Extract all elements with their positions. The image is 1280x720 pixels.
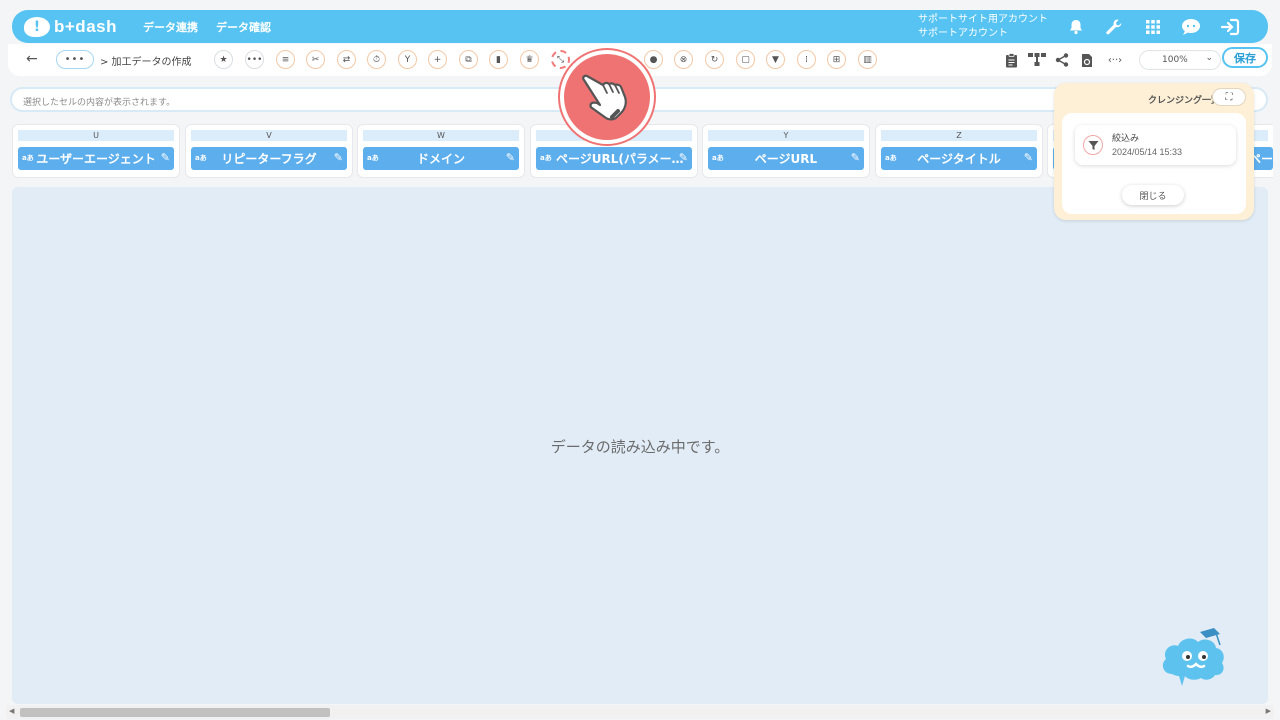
timer-icon[interactable]: ⏱ — [367, 50, 386, 69]
cancel-circle-icon[interactable]: ⊗ — [674, 50, 693, 69]
cleansing-list-panel: クレンジング一覧 ⛶ 絞込み 2024/05/14 15:33 閉じる — [1054, 83, 1254, 220]
pencil-icon[interactable]: ✎ — [161, 151, 170, 164]
text-type-icon: aあ — [367, 154, 379, 162]
replace-icon[interactable]: ↻ — [705, 50, 724, 69]
pencil-icon[interactable]: ✎ — [1024, 151, 1033, 164]
column-name[interactable]: aあ ページタイトル ✎ — [881, 147, 1037, 170]
table-icon[interactable]: ⊞ — [827, 50, 846, 69]
pencil-icon[interactable]: ✎ — [334, 151, 343, 164]
column-name[interactable]: aあ ページURL ✎ — [708, 147, 864, 170]
column-letter: V — [191, 130, 347, 141]
shrink-icon[interactable]: ⤡ — [551, 50, 570, 69]
ellipsis-icon[interactable]: ••• — [245, 50, 264, 69]
logo-mark-icon: ! — [24, 16, 50, 37]
column-name[interactable]: aあ リピーターフラグ ✎ — [191, 147, 347, 170]
column-header-u[interactable]: U aあ ユーザーエージェント ✎ — [12, 124, 180, 178]
back-arrow-icon[interactable]: ← — [26, 51, 38, 67]
star-icon[interactable]: ★ — [214, 50, 233, 69]
column-header-z[interactable]: Z aあ ページタイトル ✎ — [875, 124, 1043, 178]
column-header-v[interactable]: V aあ リピーターフラグ ✎ — [185, 124, 353, 178]
close-button[interactable]: 閉じる — [1122, 185, 1184, 205]
account-line-2: サポートアカウント — [918, 28, 1008, 39]
text-type-icon: aあ — [540, 154, 552, 162]
column-name[interactable]: aあ ドメイン ✎ — [363, 147, 519, 170]
pencil-icon[interactable]: ✎ — [506, 151, 515, 164]
scroll-left-icon[interactable]: ◀ — [9, 707, 14, 715]
column-header-y[interactable]: Y aあ ページURL ✎ — [702, 124, 870, 178]
pointing-hand-icon — [560, 50, 654, 144]
more-menu-button[interactable]: ••• — [56, 50, 94, 69]
nav-data-integration[interactable]: データ連携 — [143, 19, 198, 35]
trash-icon[interactable]: ▮ — [489, 50, 508, 69]
share-icon[interactable] — [1053, 51, 1071, 69]
breadcrumb: > 加工データの作成 — [100, 57, 192, 68]
zoom-select[interactable]: 100% ⌄ — [1139, 50, 1221, 70]
column-name[interactable]: aあ ユーザーエージェント ✎ — [18, 147, 174, 170]
text-type-icon: aあ — [712, 154, 724, 162]
pencil-icon[interactable]: ✎ — [851, 151, 860, 164]
crown-icon[interactable]: ♛ — [520, 50, 539, 69]
swap-icon[interactable]: ⇄ — [337, 50, 356, 69]
hierarchy-icon[interactable] — [1028, 51, 1046, 69]
split-icon[interactable]: ⁞ — [797, 50, 816, 69]
clipboard-icon[interactable] — [1002, 51, 1020, 69]
cleansing-list: 絞込み 2024/05/14 15:33 閉じる — [1062, 113, 1246, 214]
mascot-icon[interactable] — [1158, 624, 1228, 690]
copy-icon[interactable]: ⧉ — [459, 50, 478, 69]
loading-message: データの読み込み中です。 — [550, 438, 730, 456]
refresh-doc-icon[interactable] — [1078, 51, 1096, 69]
merge-icon[interactable]: Y — [398, 50, 417, 69]
scroll-right-icon[interactable]: ▶ — [1266, 707, 1271, 715]
zoom-value: 100% — [1162, 55, 1188, 65]
wrench-icon[interactable] — [1103, 16, 1125, 38]
frame-icon[interactable]: ▢ — [736, 50, 755, 69]
column-header-w[interactable]: W aあ ドメイン ✎ — [357, 124, 525, 178]
columns-icon[interactable]: ▥ — [858, 50, 877, 69]
bell-icon[interactable] — [1065, 16, 1087, 38]
logo[interactable]: ! b+dash — [24, 10, 117, 43]
text-type-icon: aあ — [885, 154, 897, 162]
save-button[interactable]: 保存 — [1222, 47, 1268, 68]
scrollbar-thumb[interactable] — [20, 708, 330, 717]
data-grid-area[interactable]: データの読み込み中です。 — [12, 187, 1268, 704]
code-arrows-icon[interactable]: ‹··› — [1103, 51, 1127, 69]
grid-icon[interactable] — [1142, 16, 1164, 38]
cleansing-item[interactable]: 絞込み 2024/05/14 15:33 — [1075, 125, 1236, 165]
account-info[interactable]: サポートサイト用アカウント サポートアカウント — [918, 13, 1048, 41]
cleansing-panel-title: クレンジング一覧 — [1147, 96, 1220, 106]
filter-icon — [1083, 135, 1103, 155]
cleansing-item-time: 2024/05/14 15:33 — [1112, 147, 1183, 157]
column-letter: Y — [708, 130, 864, 141]
text-type-icon: aあ — [195, 154, 207, 162]
plus-icon[interactable]: + — [428, 50, 447, 69]
column-letter: Z — [881, 130, 1037, 141]
account-line-1: サポートサイト用アカウント — [918, 14, 1048, 25]
column-letter: U — [18, 130, 174, 141]
cleansing-item-name: 絞込み — [1112, 134, 1140, 144]
expand-icon[interactable]: ⛶ — [1212, 88, 1246, 106]
text-type-icon: aあ — [22, 154, 34, 162]
chevron-down-icon: ⌄ — [1205, 53, 1213, 63]
horizontal-scrollbar[interactable]: ◀ ▶ — [6, 705, 1274, 719]
logo-text: b+dash — [54, 16, 117, 36]
app-header: ! b+dash データ連携 データ確認 サポートサイト用アカウント サポートア… — [12, 10, 1268, 43]
logout-icon[interactable] — [1219, 16, 1241, 38]
scissors-icon[interactable]: ✂ — [306, 50, 325, 69]
chat-bubble-icon[interactable] — [1180, 16, 1202, 38]
column-letter: W — [363, 130, 519, 141]
pencil-icon[interactable]: ✎ — [679, 151, 688, 164]
filter-icon[interactable]: ▼ — [766, 50, 785, 69]
align-icon[interactable]: ≡ — [276, 50, 295, 69]
nav-data-check[interactable]: データ確認 — [216, 19, 271, 35]
column-name[interactable]: aあ ページURL(パラメー… ✎ — [536, 147, 692, 170]
stamp-icon[interactable]: ● — [644, 50, 663, 69]
